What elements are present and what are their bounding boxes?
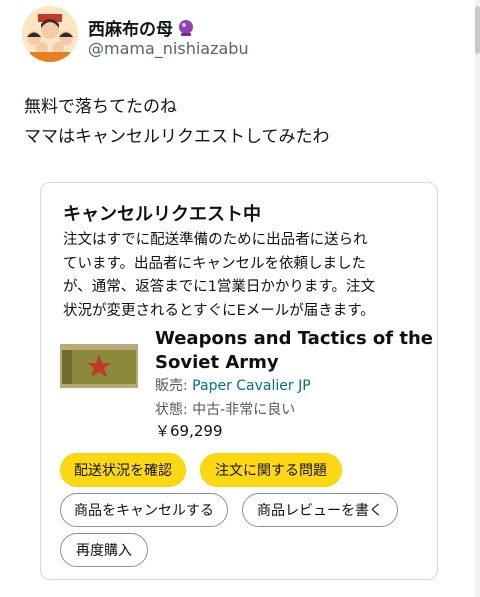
description-line: 注文はすでに配送準備のために出品者に送られ bbox=[63, 232, 368, 248]
tweet-line: ママはキャンセルリクエストしてみたわ bbox=[24, 127, 330, 147]
scrollbar-thumb[interactable] bbox=[475, 6, 480, 54]
author-display-name[interactable]: 西麻布の母 bbox=[88, 15, 173, 40]
avatar[interactable] bbox=[22, 6, 78, 62]
scrollbar[interactable] bbox=[475, 0, 480, 597]
tweet-line: 無料で落ちてたのね bbox=[24, 97, 177, 117]
order-card: キャンセルリクエスト中 注文はすでに配送準備のために出品者に送られ ています。出… bbox=[40, 182, 438, 580]
avatar-illustration-icon bbox=[22, 6, 78, 62]
write-review-button[interactable]: 商品レビューを書く bbox=[242, 493, 398, 527]
seller-line: 販売: Paper Cavalier JP bbox=[155, 375, 311, 395]
price: ￥69,299 bbox=[155, 422, 223, 440]
product-title-line[interactable]: Soviet Army bbox=[155, 351, 433, 375]
author-handle[interactable]: @mama_nishiazabu bbox=[88, 39, 249, 58]
buy-again-button[interactable]: 再度購入 bbox=[60, 533, 148, 567]
tweet-header: 西麻布の母 @mama_nishiazabu bbox=[22, 6, 462, 62]
product-title[interactable]: Weapons and Tactics of the Soviet Army bbox=[155, 327, 433, 375]
product-title-line[interactable]: Weapons and Tactics of the bbox=[155, 327, 433, 351]
condition-text: 状態: 中古-非常に良い bbox=[155, 402, 296, 418]
description-line: が、通常、返答までに1営業日かかります。注文 bbox=[63, 279, 375, 295]
book-cover-icon bbox=[60, 344, 138, 388]
seller-link[interactable]: Paper Cavalier JP bbox=[192, 378, 311, 394]
author-name[interactable]: 西麻布の母 bbox=[88, 15, 195, 40]
description-line: 状況が変更されるとすぐにEメールが届きます。 bbox=[63, 302, 375, 319]
card-description: 注文はすでに配送準備のために出品者に送られ ています。出品者にキャンセルを依頼し… bbox=[63, 229, 423, 323]
order-problem-button[interactable]: 注文に関する問題 bbox=[200, 453, 342, 487]
cancel-item-button[interactable]: 商品をキャンセルする bbox=[60, 493, 228, 527]
seller-label: 販売: bbox=[155, 378, 188, 394]
product-image[interactable] bbox=[60, 344, 138, 388]
card-title: キャンセルリクエスト中 bbox=[63, 204, 261, 225]
description-line: ています。出品者にキャンセルを依頼しました bbox=[63, 255, 367, 272]
tweet-text: 無料で落ちてたのね ママはキャンセルリクエストしてみたわ bbox=[24, 92, 464, 152]
track-shipment-button[interactable]: 配送状況を確認 bbox=[60, 453, 186, 487]
crystal-ball-icon bbox=[177, 19, 195, 37]
